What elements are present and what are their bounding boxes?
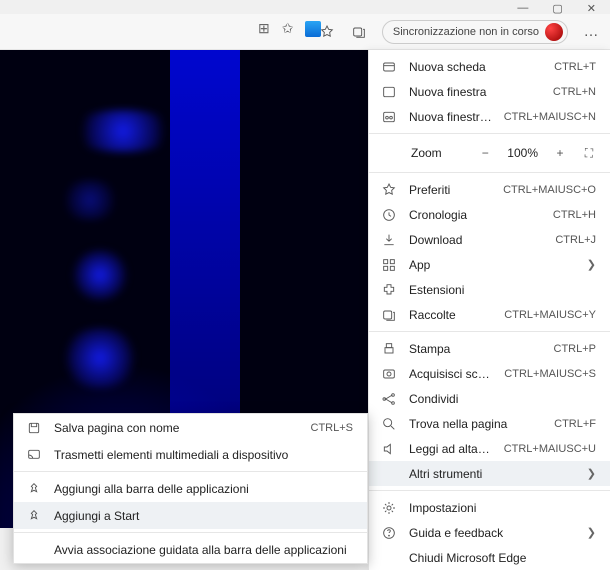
submenu-pin-taskbar[interactable]: Aggiungi alla barra delle applicazioni — [14, 475, 367, 502]
avatar — [545, 23, 563, 41]
window-icon — [381, 84, 397, 100]
cast-icon — [26, 447, 42, 463]
submenu-pin-start[interactable]: Aggiungi a Start — [14, 502, 367, 529]
inprivate-icon — [381, 109, 397, 125]
help-icon — [381, 525, 397, 541]
chevron-right-icon: ❯ — [587, 467, 596, 480]
sync-status-label: Sincronizzazione non in corso — [393, 26, 539, 38]
more-menu-button[interactable]: … — [582, 23, 600, 41]
pin-icon — [26, 481, 42, 497]
extensions-grid-icon[interactable]: ⊞ — [258, 20, 270, 37]
collections-icon — [381, 307, 397, 323]
menu-extensions[interactable]: Estensioni — [369, 277, 610, 302]
profile-sync-pill[interactable]: Sincronizzazione non in corso — [382, 20, 568, 44]
menu-find[interactable]: Trova nella pagina CTRL+F — [369, 411, 610, 436]
favorites-star-icon[interactable]: ✩ — [282, 20, 294, 37]
save-icon — [26, 420, 42, 436]
zoom-label: Zoom — [411, 146, 467, 160]
menu-read-aloud[interactable]: Leggi ad alta voce CTRL+MAIUSC+U — [369, 436, 610, 461]
menu-help[interactable]: Guida e feedback ❯ — [369, 520, 610, 545]
printer-icon — [381, 341, 397, 357]
menu-downloads[interactable]: Download CTRL+J — [369, 227, 610, 252]
menu-close-edge[interactable]: Chiudi Microsoft Edge — [369, 545, 610, 570]
menu-favorites[interactable]: Preferiti CTRL+MAIUSC+O — [369, 177, 610, 202]
fullscreen-button[interactable]: ⛶ — [578, 142, 600, 164]
zoom-controls: Zoom − 100% + ⛶ — [369, 138, 610, 168]
submenu-cast[interactable]: Trasmetti elementi multimediali a dispos… — [14, 441, 367, 468]
menu-new-window[interactable]: Nuova finestra CTRL+N — [369, 79, 610, 104]
submenu-save-as[interactable]: Salva pagina con nome CTRL+S — [14, 414, 367, 441]
menu-share[interactable]: Condividi — [369, 386, 610, 411]
search-icon — [381, 416, 397, 432]
maximize-button[interactable]: ▢ — [552, 2, 562, 14]
menu-history[interactable]: Cronologia CTRL+H — [369, 202, 610, 227]
menu-separator — [369, 331, 610, 332]
more-tools-submenu: Salva pagina con nome CTRL+S Trasmetti e… — [13, 413, 368, 564]
zoom-out-button[interactable]: − — [473, 142, 497, 164]
zoom-value: 100% — [503, 146, 542, 160]
download-icon — [381, 232, 397, 248]
menu-collections[interactable]: Raccolte CTRL+MAIUSC+Y — [369, 302, 610, 327]
menu-separator — [369, 172, 610, 173]
speaker-icon — [381, 441, 397, 457]
blank-icon — [381, 550, 397, 566]
apps-icon — [381, 257, 397, 273]
collections-icon[interactable] — [350, 23, 368, 41]
minimize-button[interactable]: — — [517, 2, 528, 14]
menu-separator — [14, 532, 367, 533]
menu-more-tools[interactable]: Altri strumenti ❯ — [369, 461, 610, 486]
pin-icon — [26, 508, 42, 524]
menu-separator — [369, 133, 610, 134]
star-icon — [381, 182, 397, 198]
menu-web-capture[interactable]: Acquisisci schermata Web CTRL+MAIUSC+S — [369, 361, 610, 386]
close-window-button[interactable]: ✕ — [587, 2, 596, 14]
menu-new-inprivate[interactable]: Nuova finestra InPrivate CTRL+MAIUSC+N — [369, 104, 610, 129]
menu-apps[interactable]: App ❯ — [369, 252, 610, 277]
settings-menu: Nuova scheda CTRL+T Nuova finestra CTRL+… — [368, 50, 610, 570]
tab-icon — [381, 59, 397, 75]
puzzle-icon — [381, 282, 397, 298]
menu-settings[interactable]: Impostazioni — [369, 495, 610, 520]
blank-icon — [26, 542, 42, 558]
active-tab-icon — [305, 21, 321, 37]
submenu-app-association[interactable]: Avvia associazione guidata alla barra de… — [14, 536, 367, 563]
menu-print[interactable]: Stampa CTRL+P — [369, 336, 610, 361]
gear-icon — [381, 500, 397, 516]
clock-icon — [381, 207, 397, 223]
chevron-right-icon: ❯ — [587, 258, 596, 271]
window-controls: — ▢ ✕ — [517, 0, 610, 14]
zoom-in-button[interactable]: + — [548, 142, 572, 164]
capture-icon — [381, 366, 397, 382]
menu-new-tab[interactable]: Nuova scheda CTRL+T — [369, 54, 610, 79]
menu-separator — [369, 490, 610, 491]
share-icon — [381, 391, 397, 407]
browser-toolbar: ⊞ ✩ Sincronizzazione non in corso … — [0, 14, 610, 50]
blank-icon — [381, 466, 397, 482]
menu-separator — [14, 471, 367, 472]
